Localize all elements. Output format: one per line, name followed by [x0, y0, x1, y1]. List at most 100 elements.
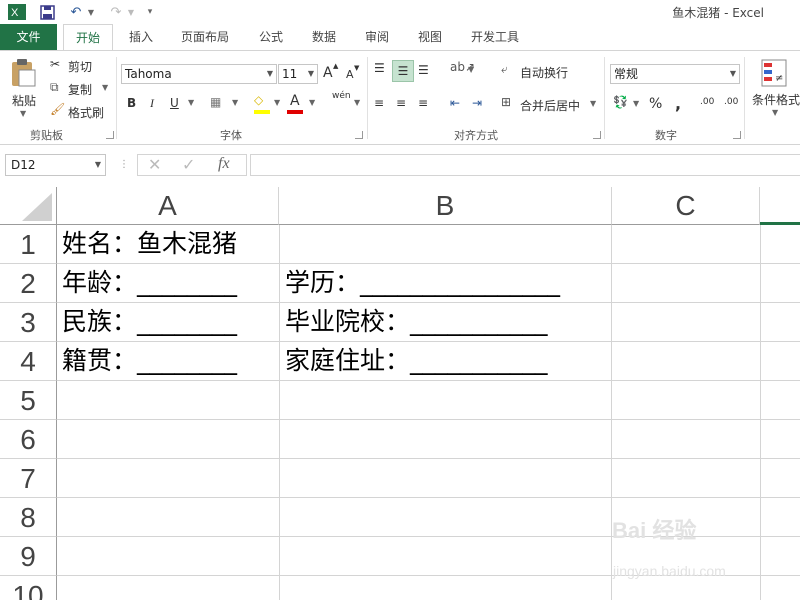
tab-review[interactable]: 审阅 — [354, 24, 400, 50]
column-header-a[interactable]: A — [57, 187, 279, 225]
border-icon[interactable]: ▦ — [210, 95, 221, 109]
group-divider — [604, 57, 605, 139]
tab-insert[interactable]: 插入 — [118, 24, 164, 50]
conditional-format-button[interactable]: 条件格式 — [752, 91, 800, 108]
font-color-dropdown-icon[interactable]: ▼ — [309, 98, 315, 107]
orientation-dropdown-icon[interactable]: ▼ — [468, 65, 474, 74]
align-right-icon[interactable]: ≡ — [418, 96, 428, 110]
name-box[interactable]: D12 ▼ — [5, 154, 106, 176]
cell-a3[interactable]: 民族：________ — [62, 303, 237, 341]
tab-formulas[interactable]: 公式 — [248, 24, 294, 50]
formula-input[interactable] — [250, 154, 800, 176]
row-gridline — [57, 380, 800, 381]
underline-dropdown-icon[interactable]: ▼ — [188, 98, 194, 107]
fill-color-swatch — [254, 110, 270, 114]
row-header-10[interactable]: 10 — [0, 576, 57, 600]
underline-button[interactable]: U — [170, 96, 179, 110]
fill-color-dropdown-icon[interactable]: ▼ — [274, 98, 280, 107]
border-dropdown-icon[interactable]: ▼ — [232, 98, 238, 107]
decrease-decimal-button[interactable]: .00 — [724, 97, 738, 107]
tab-developer[interactable]: 开发工具 — [462, 24, 528, 50]
phonetic-button[interactable]: wén — [332, 91, 351, 101]
redo-dropdown-icon[interactable]: ▼ — [126, 2, 136, 22]
cell-b3[interactable]: 毕业院校：___________ — [285, 303, 548, 341]
row-header-5[interactable]: 5 — [0, 381, 57, 420]
cut-button[interactable]: 剪切 — [68, 58, 92, 75]
number-launcher-icon[interactable] — [733, 131, 741, 139]
cell-a2[interactable]: 年龄：________ — [62, 264, 237, 302]
copy-button[interactable]: 复制 — [68, 81, 92, 98]
accounting-dropdown-icon[interactable]: ▼ — [633, 99, 639, 108]
comma-button[interactable]: , — [675, 94, 681, 113]
merge-dropdown-icon[interactable]: ▼ — [590, 99, 596, 108]
tab-page-layout[interactable]: 页面布局 — [172, 24, 238, 50]
wrap-text-button[interactable]: 自动换行 — [520, 64, 568, 81]
align-top-icon[interactable]: ☰ — [374, 61, 385, 75]
wrap-text-icon[interactable]: ⤶ — [501, 62, 508, 77]
save-icon[interactable] — [36, 2, 58, 22]
cell-b4[interactable]: 家庭住址：___________ — [285, 342, 548, 380]
accounting-format-icon[interactable]: 💱 — [613, 95, 628, 109]
column-header-b[interactable]: B — [279, 187, 612, 225]
row-header-7[interactable]: 7 — [0, 459, 57, 498]
fill-color-icon[interactable]: ◇ — [254, 93, 263, 107]
conditional-format-icon[interactable]: ≠ — [760, 57, 788, 89]
clipboard-launcher-icon[interactable] — [106, 131, 114, 139]
paste-button[interactable]: 粘贴 — [12, 92, 36, 109]
column-header-c[interactable]: C — [612, 187, 760, 225]
undo-icon[interactable]: ↶ — [66, 2, 86, 22]
tab-file[interactable]: 文件 — [0, 24, 57, 50]
align-left-icon[interactable]: ≡ — [374, 96, 384, 110]
undo-dropdown-icon[interactable]: ▼ — [86, 2, 96, 22]
merge-center-button[interactable]: 合并后居中 — [520, 97, 580, 114]
number-format-select[interactable]: 常规 ▼ — [610, 64, 740, 84]
alignment-launcher-icon[interactable] — [593, 131, 601, 139]
increase-decimal-button[interactable]: .00 — [700, 97, 714, 107]
tab-data[interactable]: 数据 — [301, 24, 347, 50]
row-header-9[interactable]: 9 — [0, 537, 57, 576]
cell-b2[interactable]: 学历：________________ — [285, 264, 560, 302]
font-launcher-icon[interactable] — [355, 131, 363, 139]
font-size-select[interactable]: 11 ▼ — [278, 64, 318, 84]
italic-button[interactable]: I — [150, 96, 154, 111]
paste-dropdown-icon[interactable]: ▼ — [20, 109, 26, 118]
grow-font-button[interactable]: A — [323, 65, 333, 81]
cell-a4[interactable]: 籍贯：________ — [62, 342, 237, 380]
format-painter-icon[interactable]: 🖌 — [50, 102, 65, 116]
row-header-6[interactable]: 6 — [0, 420, 57, 459]
shrink-font-button[interactable]: A — [346, 68, 354, 81]
align-center-icon[interactable]: ≡ — [396, 96, 406, 110]
percent-button[interactable]: % — [649, 96, 662, 112]
tab-home[interactable]: 开始 — [63, 24, 113, 51]
cancel-icon[interactable]: ✕ — [148, 155, 161, 174]
redo-icon[interactable]: ↷ — [106, 2, 126, 22]
insert-function-button[interactable]: fx — [218, 155, 230, 173]
conditional-format-dropdown-icon[interactable]: ▼ — [772, 108, 778, 117]
cut-icon[interactable]: ✂ — [50, 57, 60, 71]
select-all-button[interactable] — [0, 187, 57, 225]
row-header-4[interactable]: 4 — [0, 342, 57, 381]
font-name-select[interactable]: Tahoma ▼ — [121, 64, 277, 84]
customize-qat-icon[interactable]: ▾ — [144, 2, 156, 22]
font-color-button[interactable]: A — [290, 93, 300, 109]
tab-view[interactable]: 视图 — [407, 24, 453, 50]
align-bottom-icon[interactable]: ☰ — [418, 63, 429, 77]
column-header-d[interactable] — [760, 187, 800, 225]
decrease-indent-icon[interactable]: ⇤ — [450, 96, 460, 110]
merge-center-icon[interactable]: ⊞ — [501, 95, 511, 109]
copy-dropdown-icon[interactable]: ▼ — [102, 83, 108, 92]
cell-a1[interactable]: 姓名：鱼木混猪 — [62, 225, 242, 263]
row-header-2[interactable]: 2 — [0, 264, 57, 303]
chevron-down-icon[interactable]: ▼ — [95, 155, 101, 175]
format-painter-button[interactable]: 格式刷 — [68, 104, 104, 121]
align-middle-icon[interactable]: ☰ — [392, 60, 414, 82]
row-header-1[interactable]: 1 — [0, 225, 57, 264]
phonetic-dropdown-icon[interactable]: ▼ — [354, 98, 360, 107]
bold-button[interactable]: B — [127, 96, 136, 110]
enter-icon[interactable]: ✓ — [182, 155, 195, 174]
row-header-8[interactable]: 8 — [0, 498, 57, 537]
copy-icon[interactable]: ⧉ — [50, 80, 59, 95]
increase-indent-icon[interactable]: ⇥ — [472, 96, 482, 110]
row-header-3[interactable]: 3 — [0, 303, 57, 342]
paste-icon[interactable] — [8, 57, 38, 89]
